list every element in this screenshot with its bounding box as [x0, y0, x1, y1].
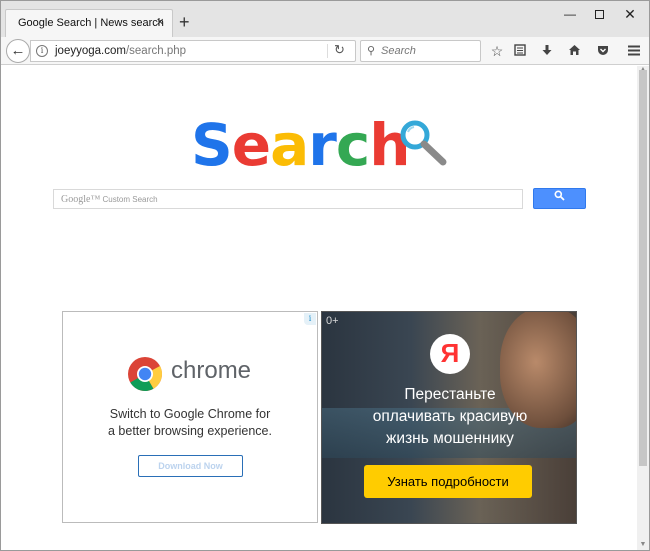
url-host: joeyyoga.com — [55, 45, 126, 57]
yandex-ad-line2: оплачивать красивую — [372, 408, 528, 425]
home-icon[interactable] — [564, 41, 584, 61]
search-placeholder: Search — [381, 45, 416, 57]
scroll-down-icon[interactable]: ▼ — [637, 540, 649, 550]
chrome-ad-line2: a better browsing experience. — [108, 424, 272, 438]
chrome-ad-line1: Switch to Google Chrome for — [109, 407, 271, 421]
back-button[interactable]: ← — [6, 39, 30, 63]
yandex-ad-line1: Перестаньте — [404, 386, 496, 403]
scroll-thumb[interactable] — [639, 70, 647, 466]
download-icon[interactable] — [537, 41, 557, 61]
tab-close-icon[interactable]: × — [156, 15, 164, 29]
url-text: joeyyoga.com/search.php — [55, 45, 186, 57]
close-window-button[interactable]: ✕ — [615, 5, 645, 25]
browser-window: Google Search | News search × + — ✕ ← i … — [0, 0, 650, 551]
vertical-scrollbar[interactable]: ▲ ▼ — [637, 66, 649, 550]
chrome-brand: chrome — [171, 357, 252, 384]
yandex-ad[interactable]: 0+ Я Перестаньте оплачивать красивую жиз… — [321, 311, 577, 524]
tab-title: Google Search | News search — [18, 17, 164, 29]
logo-letter: r — [308, 111, 337, 179]
tab-active[interactable]: Google Search | News search × — [5, 9, 173, 37]
url-path: /search.php — [125, 45, 187, 57]
chrome-logo-icon — [128, 357, 162, 391]
url-divider — [327, 44, 328, 58]
adchoices-icon[interactable]: i — [304, 313, 316, 325]
yandex-ad-line3: жизнь мошеннику — [386, 430, 514, 447]
bookmarks-list-icon[interactable] — [510, 41, 530, 61]
maximize-button[interactable] — [584, 5, 614, 25]
minimize-button[interactable]: — — [555, 5, 585, 25]
download-now-button[interactable]: Download Now — [138, 455, 243, 477]
page-content: Search Google™ Custom Search i chrome Sw… — [1, 66, 637, 550]
magnifier-icon — [400, 120, 447, 166]
maximize-icon — [594, 10, 604, 20]
search-button-icon — [554, 190, 565, 201]
custom-search-input[interactable]: Google™ Custom Search — [53, 189, 523, 209]
logo-letter: a — [270, 111, 309, 179]
chrome-ad[interactable]: i chrome Switch to Google Chrome for a b… — [62, 311, 318, 523]
browser-search-bar[interactable]: ⚲ Search — [360, 40, 481, 62]
navigation-toolbar: ← i joeyyoga.com/search.php ↻ ⚲ Search ☆ — [1, 37, 649, 65]
bookmark-star-icon[interactable]: ☆ — [487, 41, 507, 61]
new-tab-button[interactable]: + — [179, 13, 190, 31]
age-rating: 0+ — [326, 315, 339, 327]
logo-letter: e — [231, 111, 271, 179]
address-bar[interactable]: i joeyyoga.com/search.php ↻ — [30, 40, 356, 62]
tab-bar: Google Search | News search × + — ✕ — [1, 1, 649, 37]
google-watermark: Google™ — [61, 194, 101, 205]
logo-letter: c — [335, 111, 370, 179]
yandex-logo-icon: Я — [430, 334, 470, 374]
yandex-ad-headline: Перестаньте оплачивать красивую жизнь мо… — [332, 384, 568, 450]
logo-letter: S — [191, 111, 233, 179]
custom-search-watermark-text: Custom Search — [102, 195, 158, 204]
pocket-icon[interactable] — [593, 41, 613, 61]
back-arrow-icon: ← — [10, 42, 26, 59]
chrome-ad-text: Switch to Google Chrome for a better bro… — [63, 406, 317, 440]
menu-icon[interactable] — [624, 41, 644, 61]
yandex-logo-letter: Я — [440, 338, 460, 368]
learn-more-button[interactable]: Узнать подробности — [364, 465, 532, 498]
info-icon[interactable]: i — [36, 45, 48, 57]
custom-search-button[interactable] — [533, 188, 586, 209]
reload-icon[interactable]: ↻ — [334, 42, 345, 58]
search-icon: ⚲ — [367, 45, 376, 57]
custom-search-watermark: Google™ Custom Search — [61, 194, 158, 205]
search-logo: Search — [191, 111, 411, 179]
